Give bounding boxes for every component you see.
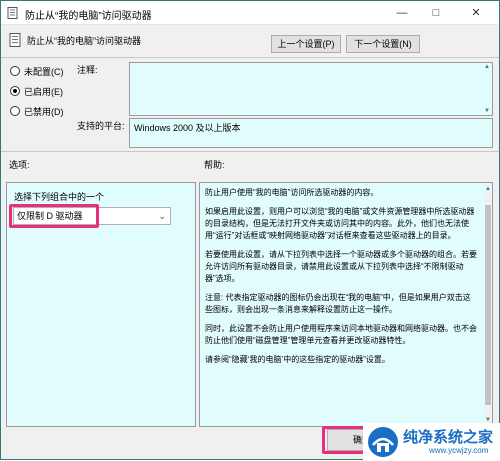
options-caption: 选择下列组合中的一个 [14,192,105,202]
radio-button[interactable] [10,86,20,96]
policy-dialog: 防止从“我的电脑”访问驱动器 — □ ✕ 防止从“我的电脑”访问驱动器 上一个设… [0,0,500,461]
close-icon[interactable]: ✕ [453,1,499,25]
radio-label: 已启用(E) [24,87,63,97]
highlight-box [9,204,99,228]
radio-label: 已禁用(D) [24,107,64,117]
scroll-up-icon[interactable]: ▲ [485,183,491,195]
watermark-logo-icon [368,427,398,457]
minimize-icon[interactable]: — [385,1,419,25]
watermark-url: www.ycwjzy.com [429,446,489,455]
options-label: 选项: [9,160,30,170]
watermark: 纯净系统之家 www.ycwjzy.com [363,423,500,461]
platform-label: 支持的平台: [77,121,125,131]
radio-button[interactable] [10,106,20,116]
help-pane: 防止用户使用“我的电脑”访问所选驱动器的内容。 如果启用此设置，则用户可以浏览“… [199,182,493,427]
platform-value: Windows 2000 及以上版本 [134,123,241,133]
radio-button[interactable] [10,66,20,76]
next-setting-button[interactable]: 下一个设置(N) [346,35,420,53]
help-paragraph: 如果启用此设置，则用户可以浏览“我的电脑”或文件资源管理器中所选驱动器的目录结构… [205,207,475,240]
maximize-icon[interactable]: □ [419,1,453,25]
previous-setting-button[interactable]: 上一个设置(P) [271,35,341,53]
window-title: 防止从“我的电脑”访问驱动器 [25,11,152,22]
help-paragraph: 注意: 代表指定驱动器的图标仍会出现在“我的电脑”中，但是如果用户双击这些图标，… [205,293,471,314]
radio-label: 未配置(C) [24,67,64,77]
watermark-name: 纯净系统之家 [403,429,494,446]
scroll-up-icon[interactable]: ▲ [484,64,490,70]
divider [1,151,499,152]
scrollbar-thumb[interactable] [485,205,491,405]
setting-title: 防止从“我的电脑”访问驱动器 [27,36,141,46]
help-paragraph: 请参阅“隐藏‘我的电脑’中的这些指定的驱动器”设置。 [205,355,390,364]
help-paragraph: 防止用户使用“我的电脑”访问所选驱动器的内容。 [205,188,379,197]
scroll-down-icon[interactable]: ▼ [484,108,490,114]
help-label: 帮助: [204,160,225,170]
comment-label: 注释: [77,65,98,75]
title-bar: 防止从“我的电脑”访问驱动器 — □ ✕ [1,1,499,25]
setting-icon [9,33,21,47]
chevron-down-icon[interactable]: ⌄ [158,208,166,224]
platform-box: Windows 2000 及以上版本 [129,118,493,148]
policy-icon [7,7,18,19]
options-pane: 选择下列组合中的一个 仅限制 D 驱动器 ⌄ [6,182,196,427]
help-paragraph: 若要使用此设置，请从下拉列表中选择一个驱动器或多个驱动器的组合。若要允许访问所有… [205,250,477,283]
divider [1,57,499,58]
help-paragraph: 同时，此设置不会防止用户使用程序来访问本地驱动器和网络驱动器。也不会防止他们使用… [205,324,477,345]
comment-textarea[interactable]: ▲ ▼ [129,62,493,116]
